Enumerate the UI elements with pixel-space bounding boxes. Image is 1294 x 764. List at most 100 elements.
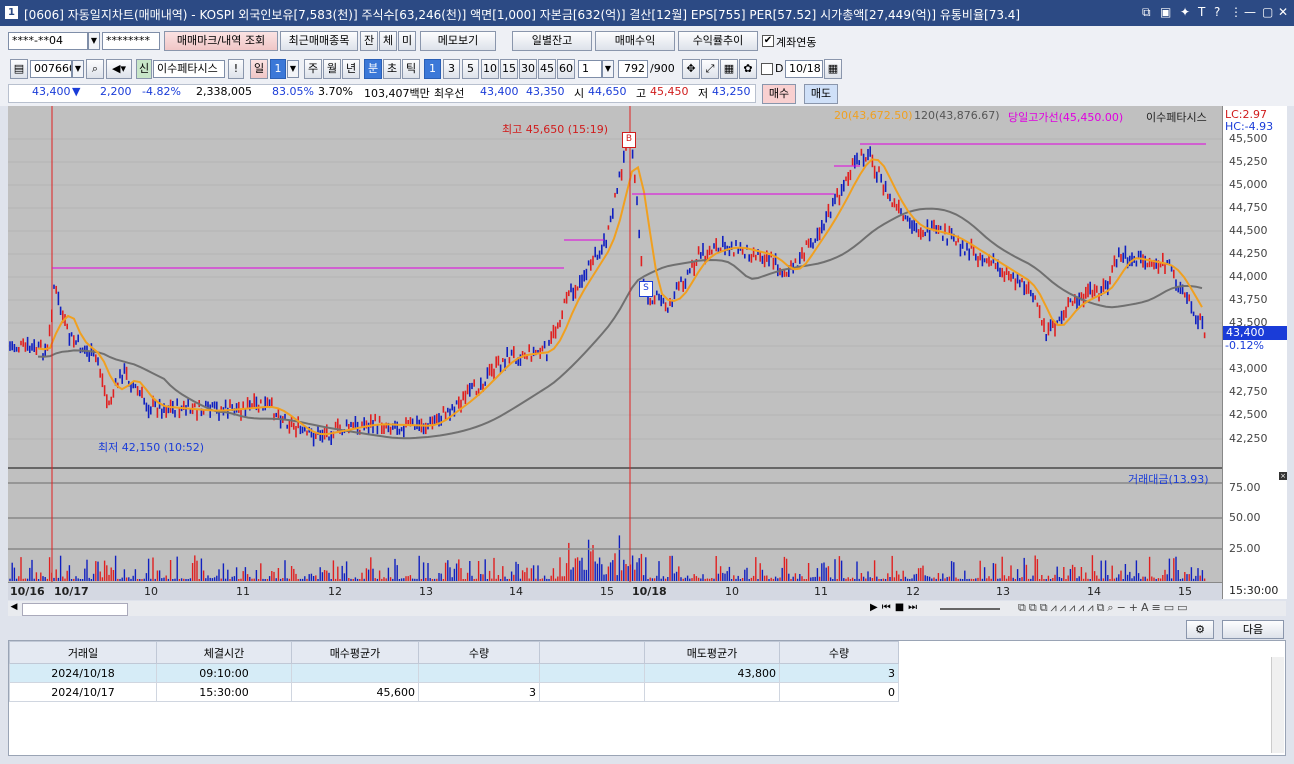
period-tick[interactable]: 틱	[402, 59, 420, 79]
period-number[interactable]: 1	[270, 59, 286, 79]
drawing-tools-icon[interactable]: ⧉⧉⧉⩘⩘⩘⩘⩘⧉⌕−+A≡▭▭	[1018, 601, 1191, 615]
window-number: 1	[5, 6, 18, 19]
save-icon[interactable]: ▦	[720, 59, 738, 79]
period-second[interactable]: 초	[383, 59, 401, 79]
maximize-icon[interactable]: ▢	[1262, 5, 1273, 19]
link-checkbox[interactable]: ✔	[762, 35, 774, 47]
account-input[interactable]: ****-**04	[8, 32, 88, 50]
col-sell-qty[interactable]: 수량	[779, 641, 899, 664]
chart-scroll-bar[interactable]: ◀ ▶⏮■⏭ ⧉⧉⧉⩘⩘⩘⩘⩘⧉⌕−+A≡▭▭	[8, 601, 1286, 616]
quote-price: 43,400	[32, 85, 71, 98]
close-pane-icon[interactable]: ×	[1279, 472, 1287, 480]
col-trade-date[interactable]: 거래일	[9, 641, 157, 664]
minute-custom-input[interactable]: 1	[578, 60, 602, 78]
close-icon[interactable]: ✕	[1278, 5, 1288, 19]
toolbar-chart: ▤ 007660 ▼ ⌕ ◀▾ 신 이수페타시스 ! 일 1 ▼ 주 월 년 분…	[0, 56, 1294, 82]
period-month[interactable]: 월	[323, 59, 341, 79]
balance-button[interactable]: 잔	[360, 31, 378, 51]
font-size-icon[interactable]: T	[1198, 5, 1205, 19]
minute-option[interactable]: 5	[462, 59, 479, 79]
col-blank[interactable]	[539, 641, 645, 664]
col-exec-time[interactable]: 체결시간	[156, 641, 292, 664]
buy-mark[interactable]: B	[622, 132, 636, 148]
x-tick: 10	[725, 585, 739, 598]
stock-code-input[interactable]: 007660	[30, 60, 72, 78]
price-tick: 44,250	[1229, 247, 1268, 260]
stock-code-dropdown[interactable]: ▼	[72, 60, 84, 78]
scroll-left-icon[interactable]: ◀	[8, 602, 20, 614]
period-week[interactable]: 주	[304, 59, 322, 79]
stock-name-field[interactable]: 이수페타시스	[153, 60, 225, 78]
daily-balance-button[interactable]: 일별잔고	[512, 31, 592, 51]
period-minute[interactable]: 분	[364, 59, 382, 79]
period-dropdown[interactable]: ▼	[287, 60, 299, 78]
cell: 43,800	[644, 663, 780, 683]
crosshair-icon[interactable]: ✥	[682, 59, 700, 79]
quote-high: 45,450	[650, 85, 689, 98]
cell	[291, 663, 419, 683]
grid-settings-icon[interactable]: ⚙	[1186, 620, 1214, 639]
link-icon[interactable]: ⧉	[1142, 5, 1151, 20]
minute-option[interactable]: 30	[519, 59, 537, 79]
unfilled-button[interactable]: 미	[398, 31, 416, 51]
col-buy-qty[interactable]: 수량	[418, 641, 540, 664]
period-day[interactable]: 일	[250, 59, 268, 79]
quote-open-label: 시	[574, 87, 585, 100]
account-dropdown[interactable]: ▼	[88, 32, 100, 50]
minute-custom-dropdown[interactable]: ▼	[602, 60, 614, 78]
grid-scrollbar[interactable]	[1271, 657, 1284, 753]
price-tick: 42,750	[1229, 385, 1268, 398]
price-tick: 42,500	[1229, 408, 1268, 421]
x-tick: 15	[1178, 585, 1192, 598]
zoom-slider[interactable]	[940, 608, 1000, 610]
buy-button[interactable]: 매수	[762, 84, 796, 104]
scroll-thumb[interactable]	[22, 603, 128, 616]
minute-option[interactable]: 3	[443, 59, 460, 79]
trade-profit-button[interactable]: 매매수익	[595, 31, 675, 51]
sound-icon[interactable]: ◀▾	[106, 59, 132, 79]
minute-option[interactable]: 15	[500, 59, 518, 79]
toolbar-account: ****-**04 ▼ ******** 매매마크/내역 조회 최근매매종목 잔…	[0, 26, 1294, 56]
gear-icon[interactable]: ✿	[739, 59, 757, 79]
indicator-icon[interactable]: ⤢	[701, 59, 719, 79]
chart-settings-icon[interactable]: ▤	[10, 59, 28, 79]
executed-button[interactable]: 체	[379, 31, 397, 51]
playback-controls[interactable]: ▶⏮■⏭	[870, 602, 921, 613]
window-icon[interactable]: ▣	[1160, 5, 1171, 19]
pin-icon[interactable]: ✦	[1180, 5, 1190, 19]
sell-button[interactable]: 매도	[804, 84, 838, 104]
down-arrow-icon: ▼	[72, 85, 81, 98]
minute-option[interactable]: 60	[557, 59, 575, 79]
volume-tick: 50.00	[1229, 511, 1261, 524]
help-icon[interactable]: ?	[1214, 5, 1220, 19]
date-checkbox[interactable]	[761, 63, 773, 75]
minimize-icon[interactable]: —	[1244, 5, 1256, 19]
minute-option[interactable]: 1	[424, 59, 441, 79]
search-icon[interactable]: ⌕	[86, 59, 104, 79]
table-row[interactable]: 2024/10/17 15:30:00 45,600 3 0	[9, 682, 899, 702]
date-input[interactable]: 10/18	[785, 60, 823, 78]
recent-trades-button[interactable]: 최근매매종목	[280, 31, 358, 51]
return-trend-button[interactable]: 수익률추이	[678, 31, 758, 51]
price-tick: 43,750	[1229, 293, 1268, 306]
memo-button[interactable]: 메모보기	[420, 31, 496, 51]
cell: 09:10:00	[156, 663, 292, 683]
minute-option[interactable]: 45	[538, 59, 556, 79]
trade-mark-button[interactable]: 매매마크/내역 조회	[164, 31, 278, 51]
alert-icon[interactable]: !	[228, 59, 244, 79]
count-input[interactable]: 792	[618, 60, 648, 78]
x-tick: 12	[906, 585, 920, 598]
table-row[interactable]: 2024/10/18 09:10:00 43,800 3	[9, 663, 899, 683]
calendar-icon[interactable]: ▦	[824, 59, 842, 79]
ma20-line	[37, 158, 1203, 436]
price-tick: 42,250	[1229, 432, 1268, 445]
sell-mark[interactable]: S	[639, 281, 653, 297]
col-sell-avg[interactable]: 매도평균가	[644, 641, 780, 664]
period-year[interactable]: 년	[342, 59, 360, 79]
price-chart-area[interactable]: 20(43,672.50) 120(43,876.67) 당일고가선(45,45…	[8, 106, 1222, 599]
menu-icon[interactable]: ⋮	[1230, 5, 1242, 19]
col-buy-avg[interactable]: 매수평균가	[291, 641, 419, 664]
minute-option[interactable]: 10	[481, 59, 499, 79]
password-input[interactable]: ********	[102, 32, 160, 50]
next-button[interactable]: 다음	[1222, 620, 1284, 639]
